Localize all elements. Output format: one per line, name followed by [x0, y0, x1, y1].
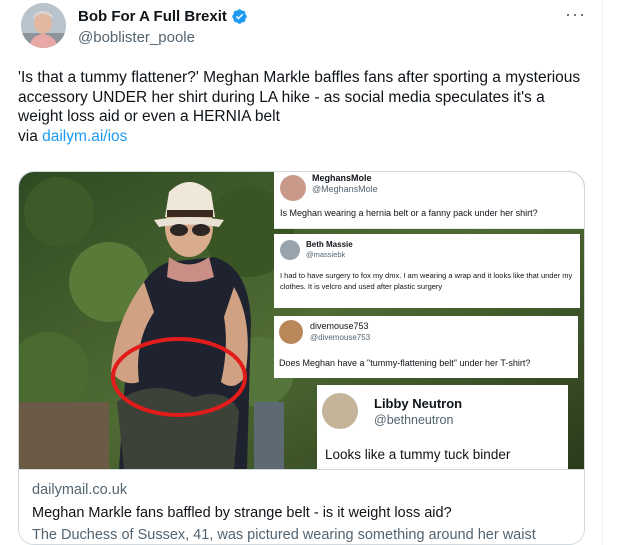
- card-image[interactable]: MeghansMole @MeghansMole Is Meghan weari…: [19, 172, 584, 469]
- embedded-name: MeghansMole: [312, 173, 372, 183]
- embedded-text: Looks like a tummy tuck binder: [325, 447, 511, 462]
- card-title[interactable]: Meghan Markle fans baffled by strange be…: [32, 505, 452, 521]
- tweet-container: Bob For A Full Brexit @boblister_poole ·…: [0, 0, 603, 545]
- embedded-text: Is Meghan wearing a hernia belt or a fan…: [280, 208, 538, 218]
- card-meta[interactable]: dailymail.co.uk Meghan Markle fans baffl…: [19, 469, 584, 544]
- author-name[interactable]: Bob For A Full Brexit: [78, 8, 248, 25]
- tweet-body: 'Is that a tummy flattener?' Meghan Mark…: [18, 69, 581, 125]
- embedded-handle: @MeghansMole: [312, 184, 378, 194]
- more-options-icon[interactable]: ···: [565, 5, 585, 28]
- embedded-handle: @divemouse753: [310, 333, 371, 342]
- embedded-text: I had to have surgery to fox my dmx. I a…: [280, 271, 573, 291]
- via-link[interactable]: dailym.ai/ios: [42, 128, 127, 145]
- embedded-avatar-icon: [279, 320, 303, 344]
- embedded-name: Libby Neutron: [374, 396, 463, 411]
- embedded-handle: @massiebk: [306, 250, 346, 259]
- via-prefix: via: [18, 127, 43, 145]
- embedded-avatar-icon: [322, 393, 358, 429]
- embedded-name: divemouse753: [310, 321, 369, 331]
- embedded-avatar-icon: [280, 240, 300, 260]
- embedded-tweet-4: Libby Neutron @bethneutron Looks like a …: [317, 385, 568, 469]
- author-avatar[interactable]: [21, 3, 66, 48]
- verified-badge-icon: [232, 9, 247, 24]
- author-handle[interactable]: @boblister_poole: [78, 29, 195, 46]
- embedded-tweet-3: divemouse753 @divemouse753 Does Meghan h…: [274, 316, 578, 378]
- card-description: The Duchess of Sussex, 41, was pictured …: [32, 527, 536, 543]
- tweet-text: 'Is that a tummy flattener?' Meghan Mark…: [18, 68, 588, 146]
- embedded-avatar-icon: [280, 175, 306, 201]
- embedded-tweet-1: MeghansMole @MeghansMole Is Meghan weari…: [274, 172, 584, 229]
- author-name-text[interactable]: Bob For A Full Brexit: [78, 8, 227, 25]
- embedded-name: Beth Massie: [306, 240, 353, 249]
- embedded-tweet-2: Beth Massie @massiebk I had to have surg…: [274, 234, 580, 308]
- embedded-text: Does Meghan have a "tummy-flattening bel…: [279, 358, 531, 368]
- card-domain: dailymail.co.uk: [32, 482, 128, 498]
- embedded-handle: @bethneutron: [374, 413, 454, 427]
- link-card[interactable]: MeghansMole @MeghansMole Is Meghan weari…: [18, 171, 585, 545]
